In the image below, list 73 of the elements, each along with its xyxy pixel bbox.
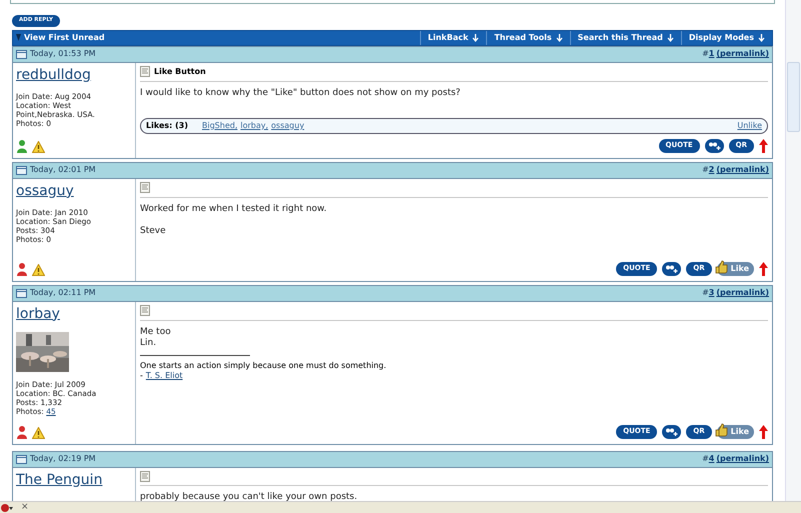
post-text: Lin. <box>140 338 158 349</box>
post-date: Today, 02:11 PM <box>30 287 96 300</box>
up-arrow-icon[interactable] <box>759 262 768 276</box>
addon-icon[interactable] <box>1 502 13 512</box>
post-icon <box>140 182 150 194</box>
post-text: Worked for me when I tested it right now. <box>140 204 328 215</box>
unlike-link[interactable]: Unlike <box>737 120 762 132</box>
liker-link[interactable]: ossaguy <box>271 120 304 132</box>
liker-link[interactable]: lorbay, <box>240 120 268 132</box>
post-number-sign: # <box>702 453 709 466</box>
quote-plus-icon <box>708 142 721 150</box>
close-button[interactable]: × <box>21 500 29 513</box>
likes-count: Likes: (3) <box>146 120 188 132</box>
signature-dash: - <box>140 370 143 381</box>
dropdown-arrow-icon <box>666 34 674 42</box>
post-text: Steve <box>140 226 167 237</box>
multi-quote-button[interactable] <box>662 262 682 276</box>
post-date: Today, 02:01 PM <box>30 164 96 176</box>
thread-menu-item[interactable]: LinkBack <box>420 30 486 45</box>
view-first-unread-link[interactable]: View First Unread <box>13 30 420 45</box>
post-text: Me too <box>140 326 172 338</box>
page-icon <box>16 288 27 298</box>
arrow-icon <box>16 34 21 42</box>
permalink-link[interactable]: (permalink) <box>716 287 769 300</box>
dropdown-arrow-icon <box>556 34 563 42</box>
permalink-link[interactable]: (permalink) <box>716 164 769 176</box>
post-date: Today, 02:19 PM <box>30 453 96 466</box>
warning-icon <box>32 426 45 439</box>
quote-plus-icon <box>665 428 678 436</box>
dropdown-arrow-icon <box>472 34 480 42</box>
thread-menu-item[interactable]: Thread Tools <box>486 30 570 45</box>
post-date: Today, 01:53 PM <box>30 48 96 60</box>
quote-plus-icon <box>665 264 678 273</box>
permalink-link[interactable]: (permalink) <box>716 48 769 60</box>
multi-quote-button[interactable] <box>704 138 724 153</box>
post-title: Like Button <box>154 66 206 78</box>
post-number-link[interactable]: 3 <box>708 287 714 300</box>
page-icon <box>16 454 27 464</box>
like-button[interactable]: Like <box>716 262 754 276</box>
post-icon <box>140 305 150 316</box>
like-button[interactable]: Like <box>716 424 754 439</box>
signature-author-link[interactable]: T. S. Eliot <box>146 370 183 381</box>
username-link[interactable]: ossaguy <box>16 180 132 201</box>
post-text: I would like to know why the "Like" button does not show on my posts? <box>140 88 462 99</box>
scrollbar[interactable] <box>785 0 801 501</box>
post-number-link[interactable]: 4 <box>708 453 714 466</box>
page-icon <box>16 166 27 175</box>
post-number-link[interactable]: 1 <box>708 48 714 60</box>
thumbs-up-icon <box>714 422 728 437</box>
multi-quote-button[interactable] <box>662 424 682 439</box>
username-link[interactable]: The Penguin <box>16 470 132 490</box>
thumbs-up-icon <box>714 260 728 274</box>
page-icon <box>16 50 27 59</box>
warning-icon <box>32 140 45 153</box>
up-arrow-icon[interactable] <box>759 138 768 153</box>
dropdown-arrow-icon <box>758 34 765 42</box>
username-link[interactable]: lorbay <box>16 304 132 324</box>
permalink-link[interactable]: (permalink) <box>716 453 769 466</box>
post-number-sign: # <box>702 287 709 300</box>
post-icon <box>140 470 150 482</box>
scroll-thumb[interactable] <box>787 62 800 132</box>
signature-text: One starts an action simply because one must do something. <box>140 360 388 371</box>
post-number-link[interactable]: 2 <box>708 164 714 176</box>
up-arrow-icon[interactable] <box>759 424 768 439</box>
liker-link[interactable]: BigShed, <box>202 120 238 132</box>
post-icon <box>140 66 150 78</box>
thread-menu-item[interactable]: Display Modes <box>680 30 772 45</box>
post-number-sign: # <box>702 164 709 176</box>
thread-menu-item[interactable]: Search this Thread <box>570 30 681 45</box>
post-number-sign: # <box>702 48 709 60</box>
warning-icon <box>32 264 45 276</box>
post-text: probably because you can't like your own posts. <box>140 492 358 501</box>
username-link[interactable]: redbulldog <box>16 64 132 85</box>
